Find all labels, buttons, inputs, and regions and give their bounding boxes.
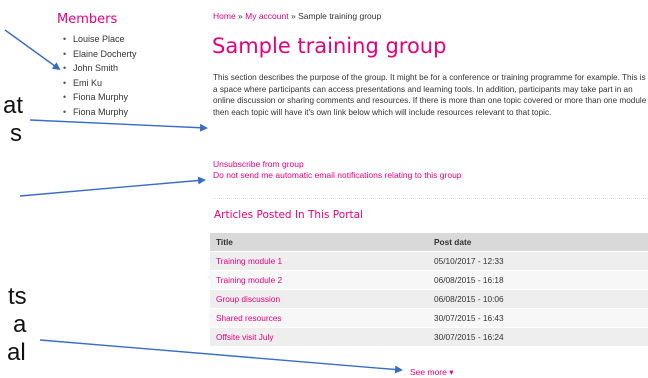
article-post-date: 06/08/2015 - 16:18 xyxy=(428,270,648,290)
article-post-date: 05/10/2017 - 12:33 xyxy=(428,251,648,271)
breadcrumb-separator: » xyxy=(288,11,299,21)
members-list: • Louise Place • Elaine Docherty • John Smi… xyxy=(63,32,137,120)
bullet-icon: • xyxy=(63,92,67,103)
member-item: • John Smith xyxy=(63,61,137,76)
article-title-link[interactable]: Training module 2 xyxy=(210,270,428,290)
breadcrumb: Home » My account » Sample training grou… xyxy=(213,11,381,21)
member-item: • Elaine Docherty xyxy=(63,47,137,62)
table-header-row: Title Post date xyxy=(210,233,648,252)
table-row: Shared resources 30/07/2015 - 16:43 xyxy=(210,308,648,328)
member-item: • Louise Place xyxy=(63,32,137,47)
bullet-icon: • xyxy=(63,48,67,59)
article-post-date: 30/07/2015 - 16:43 xyxy=(428,308,648,328)
bullet-icon: • xyxy=(63,106,67,117)
article-title-link[interactable]: Shared resources xyxy=(210,308,428,328)
article-title-link[interactable]: Training module 1 xyxy=(210,251,428,271)
slide-text-fragment: s xyxy=(10,120,22,147)
members-heading: Members xyxy=(57,12,118,27)
breadcrumb-separator: » xyxy=(235,11,246,21)
bullet-icon: • xyxy=(63,63,67,74)
member-name[interactable]: John Smith xyxy=(73,63,118,73)
article-title-link[interactable]: Group discussion xyxy=(210,289,428,309)
article-post-date: 30/07/2015 - 16:24 xyxy=(428,327,648,346)
member-item: • Fiona Murphy xyxy=(63,105,137,120)
slide-text-fragment: at xyxy=(3,92,24,119)
disable-notifications-link[interactable]: Do not send me automatic email notificat… xyxy=(213,170,462,181)
member-name[interactable]: Emi Ku xyxy=(73,78,102,88)
table-row: Training module 2 06/08/2015 - 16:18 xyxy=(210,270,648,290)
group-actions: Unsubscribe from group Do not send me au… xyxy=(213,159,462,181)
breadcrumb-home-link[interactable]: Home xyxy=(213,11,236,21)
unsubscribe-link[interactable]: Unsubscribe from group xyxy=(213,159,462,170)
bullet-icon: • xyxy=(63,34,67,44)
section-divider xyxy=(213,198,648,199)
column-header-title[interactable]: Title xyxy=(210,233,428,252)
table-row: Offsite visit July 30/07/2015 - 16:24 xyxy=(210,327,648,346)
member-item: • Emi Ku xyxy=(63,76,137,91)
table-row: Group discussion 06/08/2015 - 10:06 xyxy=(210,289,648,309)
see-more-link[interactable]: See more ▾ xyxy=(410,367,453,378)
group-description: This section describes the purpose of th… xyxy=(213,73,647,117)
arrow-icon xyxy=(4,29,61,71)
member-name[interactable]: Louise Place xyxy=(73,34,125,44)
slide-text-fragment: al xyxy=(7,339,26,366)
bullet-icon: • xyxy=(63,77,67,88)
member-name[interactable]: Elaine Docherty xyxy=(73,49,137,59)
member-item: • Fiona Murphy xyxy=(63,90,137,105)
breadcrumb-account-link[interactable]: My account xyxy=(245,11,288,21)
articles-heading: Articles Posted In This Portal xyxy=(214,209,363,221)
page-title: Sample training group xyxy=(212,34,447,58)
arrow-icon xyxy=(19,176,206,197)
slide-text-fragment: a xyxy=(13,311,27,338)
member-name[interactable]: Fiona Murphy xyxy=(73,92,128,102)
column-header-post-date[interactable]: Post date xyxy=(428,233,648,252)
article-title-link[interactable]: Offsite visit July xyxy=(210,327,428,346)
arrow-icon xyxy=(29,119,208,132)
breadcrumb-current: Sample training group xyxy=(298,11,382,21)
slide-text-fragment: ts xyxy=(8,283,27,310)
articles-table: Title Post date Training module 1 05/10/… xyxy=(210,233,648,346)
article-post-date: 06/08/2015 - 10:06 xyxy=(428,289,648,309)
member-name[interactable]: Fiona Murphy xyxy=(73,107,128,117)
table-row: Training module 1 05/10/2017 - 12:33 xyxy=(210,251,648,271)
